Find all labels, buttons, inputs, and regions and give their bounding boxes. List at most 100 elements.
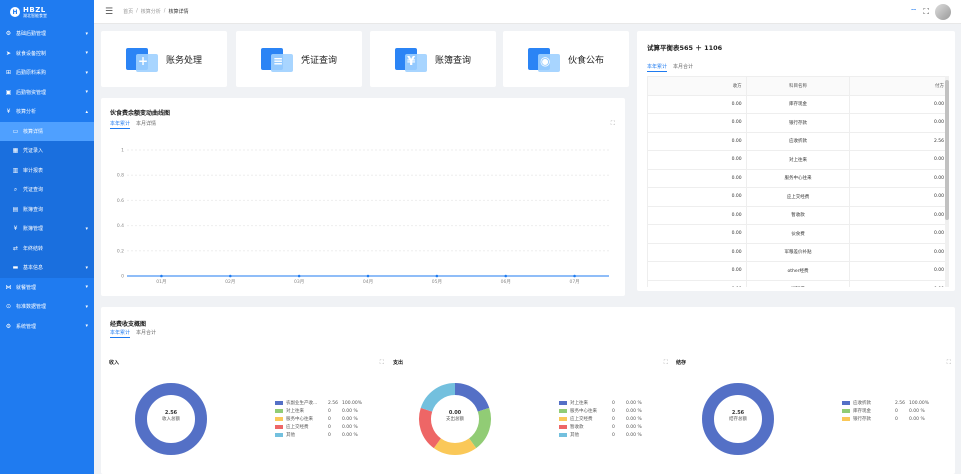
table-row[interactable]: 0.00 服务中心往来 0.00 <box>647 168 949 188</box>
sidebar-item[interactable]: ▥ 审计报表 <box>0 160 94 180</box>
legend-item[interactable]: 服务中心往来 0 0.00 % <box>559 407 648 415</box>
tab-month-total[interactable]: 本月合计 <box>673 63 693 72</box>
donut-slice[interactable] <box>454 383 490 412</box>
legend-item[interactable]: 对上往来 0 0.00 % <box>559 399 648 407</box>
sidebar-item[interactable]: ¥ 核算分析 ▴ <box>0 102 94 122</box>
sidebar-item[interactable]: ▦ 凭证录入 <box>0 141 94 161</box>
data-point[interactable] <box>160 274 163 278</box>
sidebar-item[interactable]: ▣ 后勤物资管理 ▾ <box>0 83 94 103</box>
quick-action-card[interactable]: + 账务处理 <box>101 31 227 87</box>
data-point[interactable] <box>573 274 576 278</box>
legend-value: 0 <box>328 416 331 422</box>
table-row[interactable]: 0.00 库存现金 0.00 <box>647 94 949 114</box>
data-point[interactable] <box>435 274 439 278</box>
legend-swatch <box>842 401 850 405</box>
logo: H HBZL 湖北智能食堂 <box>0 0 94 24</box>
legend-item[interactable]: 对上往来 0 0.00 % <box>275 407 364 415</box>
donut-slice[interactable] <box>433 438 477 455</box>
table-row[interactable]: 0.00 伙食费 0.00 <box>647 224 949 244</box>
tab-year-total[interactable]: 本年累计 <box>647 63 668 72</box>
legend-item[interactable]: 服务中心往来 0 0.00 % <box>275 415 364 423</box>
legend-percent: 0.00 % <box>626 416 642 422</box>
quick-action-card[interactable]: ≡ 凭证查询 <box>236 31 362 87</box>
sidebar-item[interactable]: ¥ 账簿管理 ▾ <box>0 219 94 239</box>
expand-icon[interactable]: ⛶ <box>664 359 668 367</box>
legend-item[interactable]: 其他 0 0.00 % <box>275 431 364 439</box>
sidebar-item[interactable]: ▬ 基本信息 ▾ <box>0 258 94 278</box>
chevron-icon: ▾ <box>85 50 88 57</box>
legend-value: 0 <box>612 432 615 438</box>
quick-action-label: 凭证查询 <box>300 55 337 66</box>
legend-value: 0 <box>612 416 615 422</box>
donut-center-label: 结存总额 <box>729 417 747 422</box>
panel-title: 经费收支概图 <box>110 321 147 328</box>
sidebar-item[interactable]: ⇄ 年终结转 <box>0 238 94 258</box>
donut-slice[interactable] <box>420 383 456 412</box>
table-row[interactable]: 0.00 银行存款 0.00 <box>647 113 949 133</box>
legend-value: 0 <box>895 416 898 422</box>
legend-item[interactable]: 银行存款 0 0.00 % <box>842 415 931 423</box>
legend-percent: 0.00 % <box>909 416 925 422</box>
sidebar-item[interactable]: ⌕ 凭证查询 <box>0 180 94 200</box>
table-cell: 0.00 <box>647 205 747 225</box>
data-point[interactable] <box>366 274 370 278</box>
sidebar-item[interactable]: ▭ 核算详情 <box>0 121 94 141</box>
legend-swatch <box>559 417 567 421</box>
sidebar-item[interactable]: ➤ 就食设备控制 ▾ <box>0 44 94 64</box>
sidebar-item-label: 账簿查询 <box>23 206 44 213</box>
sidebar-item[interactable]: ▤ 账簿查询 <box>0 199 94 219</box>
chevron-icon: ▾ <box>85 89 88 96</box>
table-row[interactable]: 0.00 暂收款 0.00 <box>647 205 949 225</box>
table-row[interactable]: 0.00 应收折款 2.56 <box>647 131 949 151</box>
data-point[interactable] <box>504 274 508 278</box>
legend-item[interactable]: 应收折款 2.56 100.00% <box>842 399 931 407</box>
table-row[interactable]: 0.00饲料费0.00 <box>647 279 949 287</box>
chevron-icon: ▾ <box>85 225 88 232</box>
expand-icon[interactable]: ⛶ <box>947 359 951 367</box>
sidebar-item[interactable]: ⊙ 标准数据管理 ▾ <box>0 297 94 317</box>
expand-icon[interactable]: ⛶ <box>380 359 384 367</box>
data-point[interactable] <box>297 274 301 278</box>
legend-percent: 0.00 % <box>626 400 642 406</box>
breadcrumb: 首页 / 核算分析 / 核算详情 <box>123 8 188 15</box>
quick-action-label: 账务处理 <box>165 55 202 66</box>
sidebar-item[interactable]: ⚙ 系统管理 ▾ <box>0 317 94 337</box>
legend-item[interactable]: 库存现金 0 0.00 % <box>842 407 931 415</box>
legend-item[interactable]: 应上交经费 0 0.00 % <box>275 423 364 431</box>
menu-toggle-icon[interactable]: ☰ <box>105 7 113 17</box>
quick-action-card[interactable]: ¥ 账簿查询 <box>370 31 496 87</box>
top-bar: ☰ 首页 / 核算分析 / 核算详情 ⌔ ⛶ <box>94 0 961 24</box>
table-row[interactable]: 0.00 应上交经费 0.00 <box>647 187 949 207</box>
sidebar-item[interactable]: ⚙ 基础后勤管理 ▾ <box>0 24 94 44</box>
breadcrumb-parent[interactable]: 核算分析 <box>141 8 161 15</box>
legend-item[interactable]: 应上交经费 0 0.00 % <box>559 415 648 423</box>
table-row[interactable]: 0.00 军粮差价补贴 0.00 <box>647 242 949 262</box>
tab-year-total[interactable]: 本年累计 <box>110 329 131 338</box>
sidebar-item[interactable]: ⋈ 就餐管理 ▾ <box>0 278 94 298</box>
table-row[interactable]: 0.00 other经费 0.00 <box>647 261 949 281</box>
bowtie-icon: ⋈ <box>5 283 12 291</box>
quick-action-icon: ◉ <box>527 44 562 74</box>
flow-icon: ⇄ <box>12 244 19 252</box>
quick-action-icon: + <box>125 44 160 74</box>
legend-item[interactable]: 暂收款 0 0.00 % <box>559 423 648 431</box>
legend-percent: 0.00 % <box>342 424 358 430</box>
table-cell: 应上交经费 <box>745 187 851 207</box>
legend-name: 应上交经费 <box>286 425 309 430</box>
legend-item[interactable]: 农副业生产收... 2.56 100.00% <box>275 399 364 407</box>
sidebar-item[interactable]: ⊞ 后勤原料采购 ▾ <box>0 63 94 83</box>
scrollbar[interactable] <box>945 76 949 287</box>
quick-action-card[interactable]: ◉ 伙食公布 <box>503 31 629 87</box>
scrollbar-thumb[interactable] <box>945 80 949 220</box>
breadcrumb-home[interactable]: 首页 <box>123 8 133 15</box>
legend-value: 0 <box>328 408 331 414</box>
fullscreen-icon[interactable]: ⛶ <box>923 7 929 17</box>
table-row[interactable]: 0.00 对上往来 0.00 <box>647 150 949 170</box>
data-point[interactable] <box>228 274 232 278</box>
table-cell: 库存现金 <box>745 94 851 114</box>
legend-item[interactable]: 其他 0 0.00 % <box>559 431 648 439</box>
avatar[interactable] <box>935 4 951 20</box>
tab-month-total[interactable]: 本月合计 <box>136 329 156 338</box>
table-cell: 银行存款 <box>745 113 851 133</box>
table-cell: 0.00 <box>849 261 949 281</box>
